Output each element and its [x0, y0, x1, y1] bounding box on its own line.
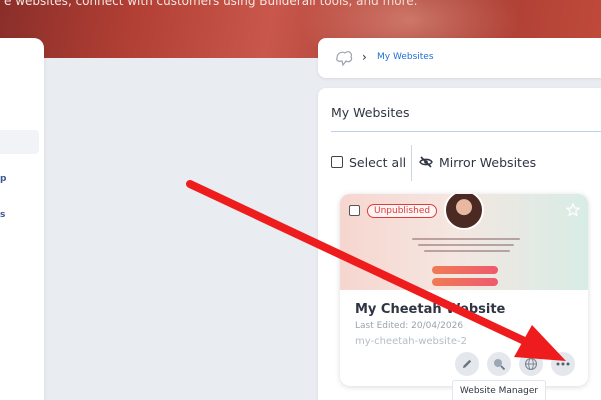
mirror-websites-button[interactable]: Mirror Websites — [419, 154, 536, 170]
select-all-checkbox[interactable]: Select all — [331, 154, 406, 170]
page-title: My Websites — [331, 105, 410, 120]
thumbnail-avatar — [444, 194, 484, 230]
more-icon — [556, 362, 570, 366]
website-select-checkbox[interactable] — [349, 205, 360, 216]
thumbnail-text-line — [418, 244, 514, 246]
thumbnail-text-line — [412, 238, 520, 240]
breadcrumb — [318, 38, 601, 78]
home-icon[interactable] — [334, 49, 354, 67]
eye-slash-icon — [419, 156, 433, 168]
website-slug: my-cheetah-website-2 — [355, 336, 467, 347]
thumbnail-button — [432, 266, 498, 274]
website-thumbnail[interactable]: Unpublished — [340, 194, 588, 290]
select-all-label: Select all — [349, 154, 407, 170]
breadcrumb-current[interactable]: My Websites — [377, 52, 434, 62]
pencil-icon — [463, 359, 472, 368]
globe-icon — [524, 357, 538, 371]
breadcrumb-separator: › — [362, 50, 367, 64]
website-name[interactable]: My Cheetah Website — [355, 302, 505, 317]
edit-button[interactable] — [455, 352, 479, 376]
star-icon[interactable] — [566, 203, 580, 217]
sidebar-item-label[interactable]: p — [0, 174, 6, 184]
thumbnail-text-line — [424, 250, 510, 252]
seo-button[interactable] — [487, 352, 511, 376]
search-user-icon — [494, 359, 506, 371]
mirror-websites-label: Mirror Websites — [439, 154, 537, 170]
website-card[interactable]: Unpublished My Cheetah Website Last Edit… — [340, 194, 588, 386]
website-manager-tooltip: Website Manager — [452, 380, 546, 400]
sidebar: p s — [0, 38, 44, 400]
checkbox-box[interactable] — [331, 156, 343, 168]
title-divider — [331, 131, 601, 132]
thumbnail-button — [432, 278, 498, 286]
sidebar-item-label[interactable]: s — [0, 210, 5, 220]
domain-button[interactable] — [519, 352, 543, 376]
hero-subtitle: e websites, connect with customers using… — [4, 0, 418, 8]
more-options-button[interactable] — [551, 352, 575, 376]
status-badge: Unpublished — [367, 204, 438, 218]
last-edited: Last Edited: 20/04/2026 — [355, 321, 464, 331]
toolbar-divider — [411, 145, 412, 181]
sidebar-item-active[interactable] — [0, 130, 39, 154]
